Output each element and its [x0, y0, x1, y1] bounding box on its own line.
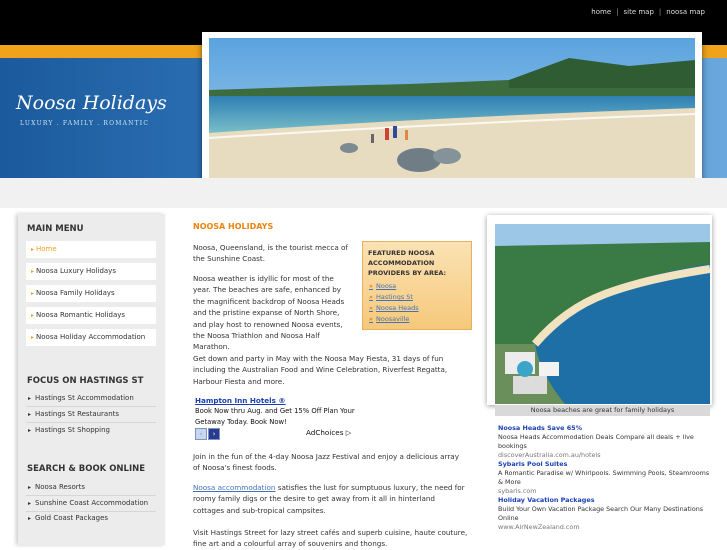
arrow-icon: ▸: [28, 395, 32, 402]
menu-item-label: Home: [36, 245, 57, 253]
ad-item-body: A Romantic Paradise w/ Whirlpools. Swimm…: [498, 469, 710, 486]
featured-box: FEATURED NOOSA ACCOMMODATION PROVIDERS B…: [362, 241, 472, 330]
arrow-icon: ▸: [31, 334, 35, 341]
ad-item-body: Build Your Own Vacation Package Search O…: [498, 505, 704, 522]
paragraph-weather: Noosa weather is idyllic for most of the…: [193, 274, 345, 352]
search-link-sunshine-coast[interactable]: ▸ Sunshine Coast Accommodation: [28, 499, 148, 507]
arrow-icon: ▸: [31, 290, 35, 297]
featured-heading: FEATURED NOOSA ACCOMMODATION PROVIDERS B…: [368, 249, 447, 277]
ad-item: Noosa Heads Save 65% Noosa Heads Accommo…: [498, 424, 710, 460]
top-nav: home | site map | noosa map: [591, 8, 705, 16]
ad-title-link[interactable]: Hampton Inn Hotels ®: [195, 396, 286, 405]
focus-heading: FOCUS ON HASTINGS ST: [27, 376, 144, 386]
ad-item-body: Noosa Heads Accommodation Deals Compare …: [498, 433, 694, 450]
bullet-icon: »: [369, 293, 373, 301]
menu-item-luxury[interactable]: ▸ Noosa Luxury Holidays: [26, 263, 156, 280]
page-title: NOOSA HOLIDAYS: [193, 222, 274, 231]
ad-item-url[interactable]: www.AirNewZealand.com: [498, 523, 710, 532]
search-heading: SEARCH & BOOK ONLINE: [27, 464, 146, 474]
paragraph-intro: Noosa, Queensland, is the tourist mecca …: [193, 243, 348, 264]
main-menu-heading: MAIN MENU: [27, 224, 84, 234]
ad-item-url[interactable]: discoverAustralia.com.au/hotels: [498, 451, 710, 460]
ad-item-title[interactable]: Holiday Vacation Packages: [498, 496, 710, 505]
nav-separator: |: [616, 8, 619, 16]
link-label: Noosa: [375, 282, 397, 290]
top-nav-sitemap[interactable]: site map: [624, 8, 654, 16]
ad-body: Book Now thru Aug. and Get 15% Off Plan …: [195, 407, 355, 426]
link-label: Hastings St Restaurants: [35, 410, 120, 418]
adchoices-link[interactable]: AdChoices ▷: [306, 428, 351, 437]
ad-next-button[interactable]: ›: [208, 428, 220, 440]
arrow-icon: ▸: [28, 427, 32, 434]
arrow-icon: ▸: [28, 484, 32, 491]
ad-item-title[interactable]: Noosa Heads Save 65%: [498, 424, 710, 433]
hero-photo-frame: [202, 32, 702, 189]
focus-link-shopping[interactable]: ▸ Hastings St Shopping: [28, 426, 110, 434]
menu-item-label: Noosa Holiday Accommodation: [36, 333, 146, 341]
link-label: Hastings St Accommodation: [35, 394, 134, 402]
arrow-icon: ▸: [31, 312, 35, 319]
bullet-icon: »: [369, 282, 373, 290]
menu-item-family[interactable]: ▸ Noosa Family Holidays: [26, 285, 156, 302]
search-link-resorts[interactable]: ▸ Noosa Resorts: [28, 483, 85, 491]
top-nav-noosa-map[interactable]: noosa map: [666, 8, 705, 16]
divider: [26, 511, 156, 512]
sidebar: MAIN MENU ▸ Home ▸ Noosa Luxury Holidays ▸…: [18, 214, 165, 545]
ad-list: Noosa Heads Save 65% Noosa Heads Accommo…: [498, 424, 710, 532]
ad-item: Sybaris Pool Suites A Romantic Paradise …: [498, 460, 710, 496]
link-label: Sunshine Coast Accommodation: [35, 499, 149, 507]
nav-separator: |: [658, 8, 662, 16]
paragraph-jazz: Join in the fun of the 4-day Noosa Jazz …: [193, 452, 459, 473]
ad-prev-button[interactable]: ‹: [195, 428, 207, 440]
focus-link-restaurants[interactable]: ▸ Hastings St Restaurants: [28, 410, 119, 418]
arrow-icon: ▸: [28, 515, 32, 522]
link-label: Hastings St: [375, 293, 413, 301]
featured-link-noosaville[interactable]: » Noosaville: [369, 315, 409, 323]
link-label: Gold Coast Packages: [35, 514, 109, 522]
menu-item-label: Noosa Romantic Holidays: [36, 311, 126, 319]
site-title[interactable]: Noosa Holidays: [16, 92, 167, 114]
aerial-beach-photo: [495, 224, 710, 404]
bullet-icon: »: [369, 315, 373, 323]
link-label: Noosaville: [375, 315, 410, 323]
ad-item-url[interactable]: sybaris.com: [498, 487, 710, 496]
content-top-band: [0, 178, 727, 208]
search-link-gold-coast[interactable]: ▸ Gold Coast Packages: [28, 514, 108, 522]
arrow-icon: ▸: [31, 246, 35, 253]
hero-beach-photo: [209, 38, 695, 183]
menu-item-accommodation[interactable]: ▸ Noosa Holiday Accommodation: [26, 329, 156, 346]
divider: [26, 406, 156, 407]
focus-link-accommodation[interactable]: ▸ Hastings St Accommodation: [28, 394, 134, 402]
paragraph-fiesta: Get down and party in May with the Noosa…: [193, 354, 448, 386]
bullet-icon: »: [369, 304, 373, 312]
featured-link-hastings[interactable]: » Hastings St: [369, 293, 413, 301]
featured-link-noosa[interactable]: » Noosa: [369, 282, 396, 290]
arrow-icon: ▸: [28, 411, 32, 418]
paragraph-accommodation: Noosa accommodation satisfies the lust f…: [193, 482, 468, 516]
featured-link-noosa-heads[interactable]: » Noosa Heads: [369, 304, 419, 312]
arrow-icon: ▸: [28, 500, 32, 507]
paragraph-hastings: Visit Hastings Street for lazy street ca…: [193, 528, 468, 549]
menu-item-romantic[interactable]: ▸ Noosa Romantic Holidays: [26, 307, 156, 324]
divider: [26, 495, 156, 496]
link-label: Noosa Resorts: [35, 483, 86, 491]
site-tagline: LUXURY . FAMILY . ROMANTIC: [20, 120, 150, 127]
photo-caption: Noosa beaches are great for family holid…: [495, 405, 710, 416]
menu-item-home[interactable]: ▸ Home: [26, 241, 156, 258]
accommodation-link[interactable]: Noosa accommodation: [193, 483, 275, 492]
arrow-icon: ▸: [31, 268, 35, 275]
top-nav-home[interactable]: home: [591, 8, 611, 16]
divider: [26, 422, 156, 423]
ad-item-title[interactable]: Sybaris Pool Suites: [498, 460, 710, 469]
menu-item-label: Noosa Family Holidays: [36, 289, 115, 297]
ad-item: Holiday Vacation Packages Build Your Own…: [498, 496, 710, 532]
link-label: Noosa Heads: [375, 304, 419, 312]
menu-item-label: Noosa Luxury Holidays: [36, 267, 116, 275]
link-label: Hastings St Shopping: [35, 426, 110, 434]
